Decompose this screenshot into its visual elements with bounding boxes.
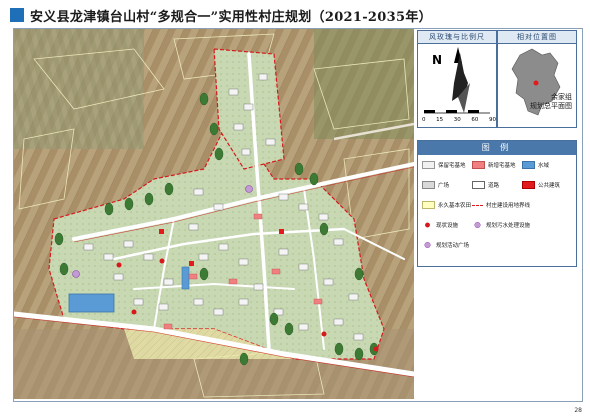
legend-swatch-icon — [472, 222, 483, 228]
terrain-nw — [14, 29, 144, 149]
legend-label: 广场 — [438, 183, 450, 189]
legend-item-sewage-facility: 规划污水处理设施 — [472, 221, 530, 229]
legend-item-new-house: 新增宅基地 — [472, 161, 516, 169]
scale-ticks: 0 15 30 60 90 — [422, 117, 496, 123]
legend-label: 水域 — [538, 163, 550, 169]
legend-item-farmland: 永久基本农田 — [422, 201, 471, 209]
legend-swatch-icon — [422, 181, 435, 189]
scale-tick: 90 — [489, 117, 496, 123]
wind-rose-icon — [424, 47, 490, 114]
page-title: 安义县龙津镇台山村“多规合一”实用性村庄规划（2021-2035年） — [30, 9, 432, 25]
forest-ne — [314, 29, 414, 139]
legend-swatch-icon — [472, 204, 483, 206]
legend-item-road: 道路 — [472, 181, 499, 189]
pond-small[interactable] — [181, 266, 190, 290]
page-number: 28 — [574, 407, 582, 414]
legend-item-planned-square: 规划活动广场 — [422, 241, 469, 249]
legend-item-water: 水域 — [522, 161, 549, 169]
location-plan: 规划总平面图 — [530, 102, 572, 110]
legend-label: 规划污水处理设施 — [486, 223, 531, 229]
legend-swatch-icon — [472, 181, 485, 189]
legend-label: 村庄建设用地界线 — [486, 203, 531, 209]
legend-swatch-icon — [422, 201, 435, 209]
scale-tick: 0 — [422, 117, 426, 123]
scale-tick: 60 — [471, 117, 479, 123]
legend-label: 永久基本农田 — [438, 203, 472, 209]
legend-label: 保留宅基地 — [438, 163, 466, 169]
legend-swatch-icon — [422, 222, 433, 228]
pond[interactable] — [68, 293, 115, 313]
location-village: 余家组 — [551, 93, 572, 101]
legend-label: 现状设施 — [436, 223, 459, 229]
legend-swatch-icon — [522, 161, 535, 169]
legend-label: 公共建筑 — [538, 183, 561, 189]
scale-tick: 15 — [436, 117, 444, 123]
legend-swatch-icon — [472, 161, 485, 169]
scale-tick: 30 — [453, 117, 461, 123]
map-canvas[interactable] — [14, 29, 414, 399]
location-map-icon — [511, 48, 561, 116]
legend-item-public-building: 公共建筑 — [522, 181, 560, 189]
legend-item-existing-facility: 现状设施 — [422, 221, 458, 229]
legend-label: 规划活动广场 — [436, 243, 470, 249]
legend-label: 新增宅基地 — [488, 163, 516, 169]
legend-swatch-icon — [422, 242, 433, 248]
title-bar: 安义县龙津镇台山村“多规合一”实用性村庄规划（2021-2035年） — [10, 6, 432, 25]
village-map[interactable] — [14, 29, 414, 399]
legend-item-boundary: 村庄建设用地界线 — [472, 201, 530, 209]
legend-item-preserve-house: 保留宅基地 — [422, 161, 466, 169]
legend-swatch-icon — [422, 161, 435, 169]
legend-swatch-icon — [522, 181, 535, 189]
north-label: N — [432, 53, 443, 67]
location-label: 余家组 规划总平面图 — [530, 93, 572, 111]
title-marker — [10, 8, 24, 22]
compass-box: 风玫瑰与比例尺 N 0 15 30 60 90 — [417, 30, 497, 128]
location-box: 相对位置图 余家组 规划总平面图 — [497, 30, 577, 128]
legend-item-square: 广场 — [422, 181, 449, 189]
side-panel: 风玫瑰与比例尺 N 0 15 30 60 90 相对位置图 余家组 规划总平面图 — [417, 30, 577, 398]
legend-heading: 图 例 — [418, 141, 576, 155]
legend-box: 图 例 保留宅基地 新增宅基地 水域广场 道路 公共建筑永久基本农田 村庄建设用地界线现状… — [417, 140, 577, 267]
legend-label: 道路 — [488, 183, 500, 189]
